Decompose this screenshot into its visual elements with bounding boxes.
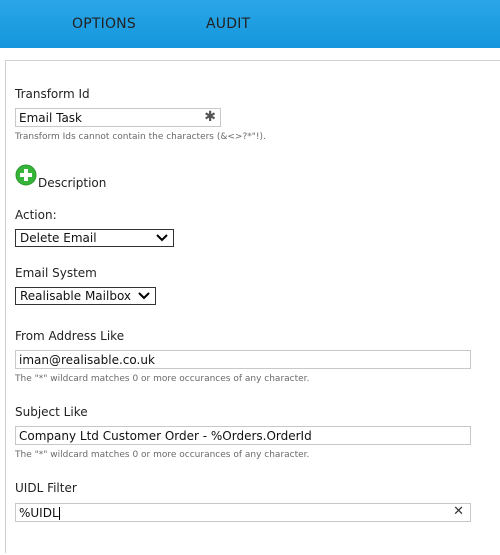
transform-id-hint: Transform Ids cannot contain the charact… — [15, 132, 266, 142]
tab-audit[interactable]: AUDIT — [206, 16, 250, 32]
transform-id-value: Email Task — [19, 111, 83, 125]
transform-id-label: Transform Id — [15, 87, 90, 101]
chevron-down-icon — [156, 234, 168, 242]
transform-id-field[interactable]: Email Task ✱ — [15, 108, 221, 127]
required-asterisk-icon: ✱ — [204, 109, 216, 125]
description-label[interactable]: Description — [38, 176, 106, 190]
from-address-label: From Address Like — [15, 329, 125, 343]
action-value: Delete Email — [20, 231, 97, 245]
uidl-filter-value: %UIDL — [19, 506, 59, 520]
top-tab-bar: OPTIONS AUDIT — [0, 0, 500, 48]
uidl-filter-label: UIDL Filter — [15, 481, 77, 495]
email-system-label: Email System — [15, 266, 97, 280]
text-caret — [58, 507, 60, 520]
chevron-down-icon — [138, 292, 150, 300]
subject-hint: The "*" wildcard matches 0 or more occur… — [15, 450, 310, 460]
from-address-value: iman@realisable.co.uk — [19, 353, 155, 367]
from-address-field[interactable]: iman@realisable.co.uk — [15, 350, 471, 369]
add-description-plus-icon[interactable] — [15, 164, 37, 186]
from-address-hint: The "*" wildcard matches 0 or more occur… — [15, 374, 310, 384]
tab-options[interactable]: OPTIONS — [72, 16, 136, 32]
clear-x-icon[interactable]: ✕ — [453, 505, 464, 519]
subject-field[interactable]: Company Ltd Customer Order - %Orders.Ord… — [15, 426, 471, 445]
action-select[interactable]: Delete Email — [15, 229, 174, 247]
action-label: Action: — [15, 208, 57, 222]
subject-value: Company Ltd Customer Order - %Orders.Ord… — [19, 429, 312, 443]
uidl-filter-field[interactable]: %UIDL ✕ — [15, 503, 471, 522]
email-system-select[interactable]: Realisable Mailbox — [15, 287, 156, 305]
subject-label: Subject Like — [15, 405, 88, 419]
email-system-value: Realisable Mailbox — [20, 289, 132, 303]
